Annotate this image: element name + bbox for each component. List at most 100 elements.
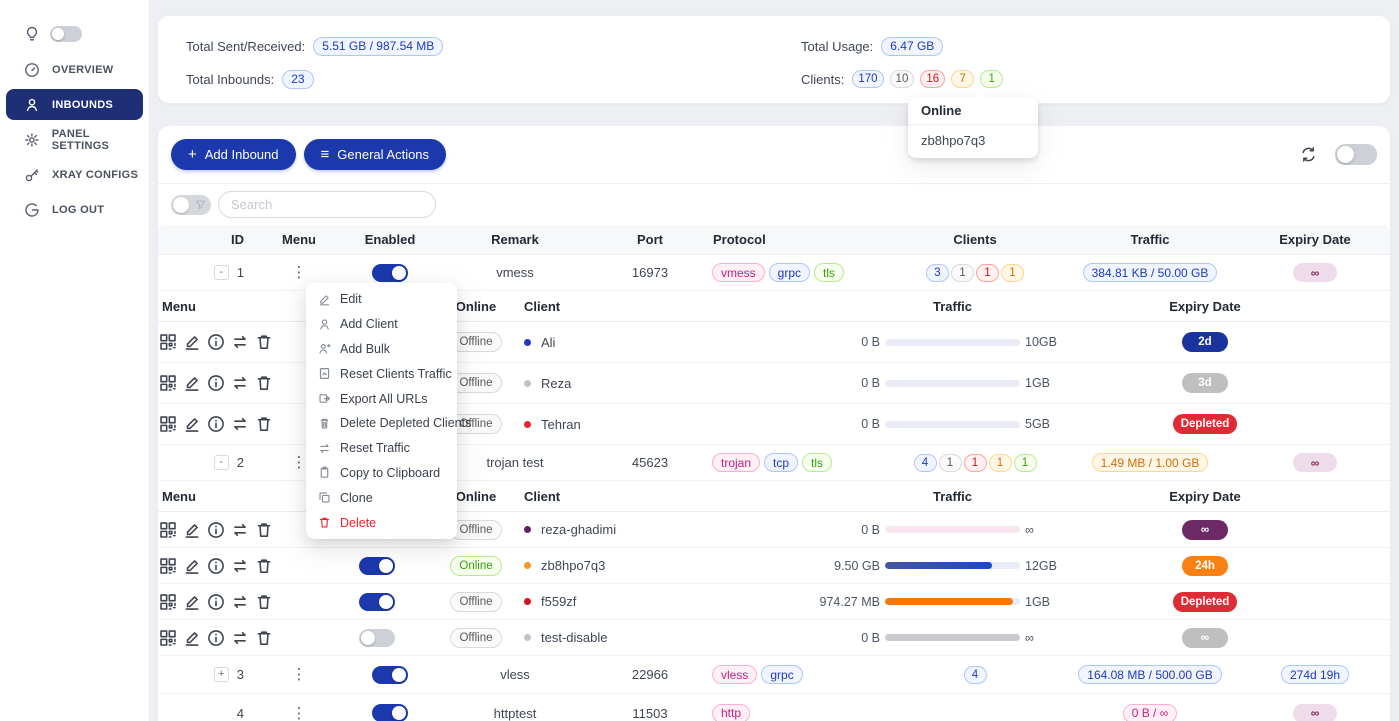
enabled-toggle[interactable] [372,704,408,721]
delete-client-icon[interactable] [255,557,273,575]
edit-icon[interactable] [183,557,201,575]
delete-client-icon[interactable] [255,415,273,433]
col-expiry: Expiry Date [1260,225,1370,254]
qrcode-icon[interactable] [159,521,177,539]
menu-item-copy-to-clipboard[interactable]: Copy to Clipboard [306,461,457,486]
edit-icon[interactable] [183,415,201,433]
edit-icon[interactable] [183,333,201,351]
delete-client-icon[interactable] [255,333,273,351]
add-inbound-button[interactable]: + Add Inbound [171,139,296,170]
info-icon[interactable] [207,333,225,351]
qrcode-icon[interactable] [159,333,177,351]
sidebar-item-logout[interactable]: LOG OUT [0,192,149,227]
delete-client-icon[interactable] [255,374,273,392]
qrcode-icon[interactable] [159,415,177,433]
client-enable-toggle[interactable] [359,593,395,611]
clients-expiring-badge[interactable]: 7 [951,70,974,88]
clients-total-badge[interactable]: 170 [852,70,883,88]
edit-icon[interactable] [183,629,201,647]
inbound-id: 2 [237,455,244,470]
qrcode-icon[interactable] [159,557,177,575]
qrcode-icon[interactable] [159,593,177,611]
menu-item-delete-depleted-clients[interactable]: Delete Depleted Clients [306,411,457,436]
reset-traffic-icon[interactable] [231,333,249,351]
protocol-tag: tls [814,263,844,282]
reset-traffic-icon[interactable] [231,415,249,433]
edit-icon[interactable] [183,521,201,539]
traffic-used: 0 B [806,523,880,537]
enabled-toggle[interactable] [372,264,408,282]
row-menu-button[interactable]: ⋮ [292,667,307,682]
menu-item-edit[interactable]: Edit [306,287,457,312]
delete-client-icon[interactable] [255,593,273,611]
sidebar-item-xray-configs[interactable]: XRAY CONFIGS [0,157,149,192]
theme-toggle[interactable] [50,26,82,42]
copy-icon [318,491,331,504]
reset-traffic-icon[interactable] [231,374,249,392]
client-enable-toggle[interactable] [359,629,395,647]
collapse-button[interactable]: - [214,455,229,470]
menu-item-delete[interactable]: Delete [306,510,457,535]
menu-item-export-all-urls[interactable]: Export All URLs [306,386,457,411]
client-count-badge: 1 [939,454,962,472]
traffic-used: 0 B [806,335,880,349]
clients-deactive-badge[interactable]: 10 [890,70,915,88]
search-row [158,184,1390,225]
qrcode-icon[interactable] [159,374,177,392]
col-remark: Remark [440,225,590,254]
delete-client-icon[interactable] [255,521,273,539]
menu-item-add-bulk[interactable]: Add Bulk [306,337,457,362]
search-input[interactable] [218,191,436,218]
info-icon[interactable] [207,557,225,575]
row-menu-button[interactable]: ⋮ [292,265,307,280]
reset-traffic-icon[interactable] [231,521,249,539]
client-count-badge: 4 [914,454,937,472]
expand-button[interactable]: + [214,667,229,682]
clients-label: Clients: [801,72,844,87]
client-enable-toggle[interactable] [359,557,395,575]
menu-item-reset-traffic[interactable]: Reset Traffic [306,436,457,461]
popover-title: Online [908,97,1038,125]
reset-traffic-icon[interactable] [231,557,249,575]
filter-toggle[interactable] [171,195,211,215]
total-usage-label: Total Usage: [801,39,873,54]
qrcode-icon[interactable] [159,629,177,647]
refresh-button[interactable] [1300,146,1317,163]
info-icon[interactable] [207,629,225,647]
edit-icon[interactable] [183,593,201,611]
traffic-used: 0 B [806,376,880,390]
online-status: Offline [450,592,501,612]
remark: vless [440,656,590,693]
total-usage-value: 6.47 GB [881,37,943,56]
remark: vmess [440,255,590,290]
reset-traffic-icon[interactable] [231,593,249,611]
menu-item-clone[interactable]: Clone [306,485,457,510]
inbound-row: +3 ⋮ vless 22966 vless grpc 4 164.08 MB … [158,656,1390,694]
total-sent-received-value: 5.51 GB / 987.54 MB [313,37,443,56]
info-icon[interactable] [207,374,225,392]
clients-online-badge[interactable]: 1 [980,70,1003,88]
col-id: ID [158,225,258,254]
auto-refresh-toggle[interactable] [1335,144,1377,165]
collapse-button[interactable]: - [214,265,229,280]
delete-client-icon[interactable] [255,629,273,647]
sidebar-item-inbounds[interactable]: INBOUNDS [6,89,143,120]
row-menu-button[interactable]: ⋮ [292,455,307,470]
menu-item-add-client[interactable]: Add Client [306,312,457,337]
client-expiry-badge: ∞ [1182,520,1228,540]
menu-item-reset-clients-traffic[interactable]: Reset Clients Traffic [306,361,457,386]
reset-traffic-icon[interactable] [231,629,249,647]
edit-icon[interactable] [183,374,201,392]
info-icon[interactable] [207,593,225,611]
info-icon[interactable] [207,415,225,433]
general-actions-button[interactable]: ≡ General Actions [304,139,447,170]
col-protocol: Protocol [710,225,910,254]
sidebar-item-overview[interactable]: OVERVIEW [0,52,149,87]
row-menu-button[interactable]: ⋮ [292,706,307,721]
info-icon[interactable] [207,521,225,539]
enabled-toggle[interactable] [372,666,408,684]
sidebar-item-panel-settings[interactable]: PANEL SETTINGS [0,122,149,157]
traffic-limit: ∞ [1025,631,1099,645]
inbound-id: 3 [237,667,244,682]
clients-depleted-badge[interactable]: 16 [920,70,945,88]
